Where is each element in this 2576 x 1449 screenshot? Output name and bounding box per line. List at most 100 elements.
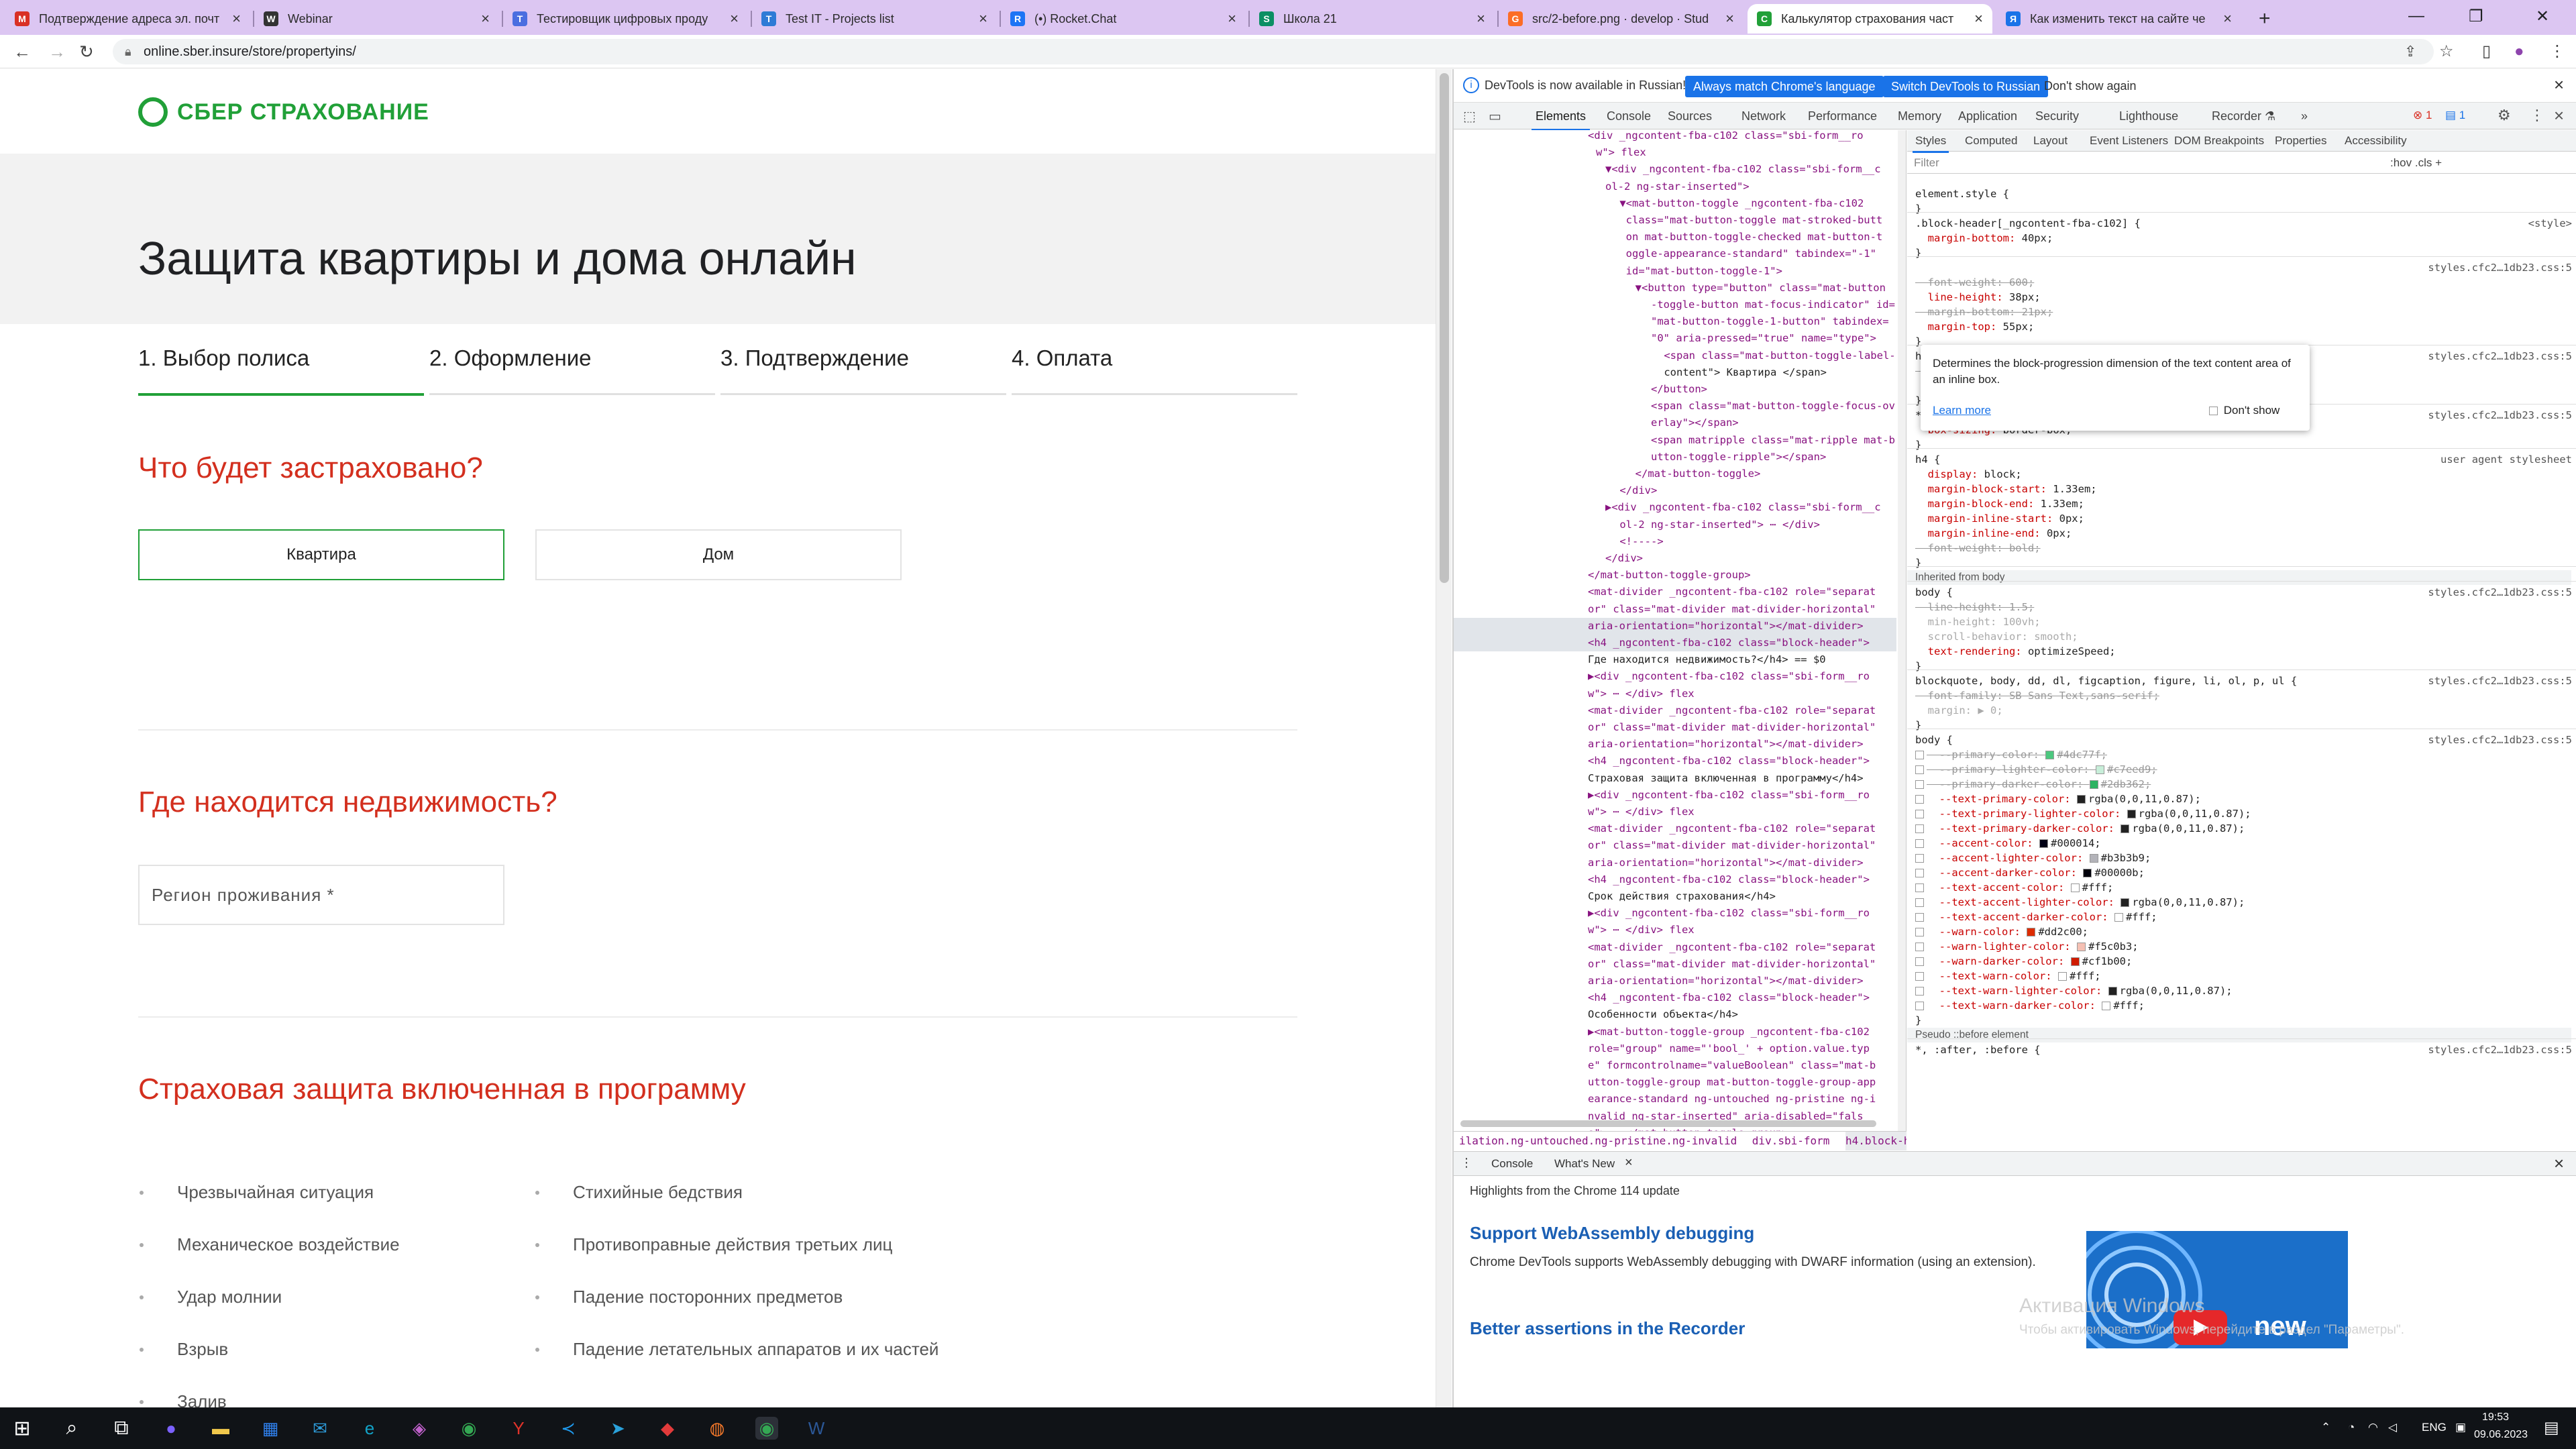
settings-gear-icon[interactable]: ⚙	[2498, 107, 2511, 124]
dom-node-line[interactable]: utton-toggle-group mat-button-toggle-gro…	[1454, 1074, 1876, 1091]
color-swatch[interactable]	[2039, 839, 2048, 848]
devtools-tab-lighthouse[interactable]: Lighthouse	[2119, 109, 2178, 123]
breadcrumb-item[interactable]: h4.block-header	[1845, 1132, 1907, 1150]
css-source-link[interactable]: styles.cfc2…1db23.css:5	[2428, 408, 2572, 423]
yandex-icon[interactable]: Y	[507, 1417, 530, 1440]
step-4[interactable]: 4. Оплата	[1012, 345, 1112, 371]
property-checkbox[interactable]	[1915, 765, 1924, 774]
browser-tab[interactable]: T Test IT - Projects list ×	[752, 4, 997, 34]
dom-node-line[interactable]: <div _ngcontent-fba-c102 class="sbi-form…	[1454, 130, 1864, 144]
color-swatch[interactable]	[2070, 957, 2080, 966]
dom-node-line[interactable]: oggle-appearance-standard" tabindex="-1"	[1454, 246, 1876, 262]
css-line[interactable]: --text-primary-color: rgba(0,0,11,0.87);	[1915, 792, 2201, 806]
color-swatch[interactable]	[2045, 751, 2055, 759]
dom-node-line[interactable]: or" class="mat-divider mat-divider-horiz…	[1454, 719, 1876, 736]
restore-icon[interactable]: ❐	[2469, 7, 2483, 26]
tab-close-icon[interactable]: ×	[232, 10, 241, 28]
devtools-tab-sources[interactable]: Sources	[1668, 109, 1712, 123]
css-line[interactable]: --text-accent-color: #fff;	[1915, 880, 2113, 895]
property-checkbox[interactable]	[1915, 943, 1924, 951]
css-line[interactable]: *, :after, :before {	[1915, 1042, 2041, 1057]
drawer-tab-whats-new[interactable]: What's New	[1554, 1157, 1615, 1171]
css-line[interactable]: --text-primary-darker-color: rgba(0,0,11…	[1915, 821, 2245, 836]
clock-date[interactable]: 09.06.2023	[2474, 1429, 2528, 1441]
styles-subtab-properties[interactable]: Properties	[2275, 134, 2326, 148]
drawer-tab-console[interactable]: Console	[1491, 1157, 1533, 1171]
dom-node-line[interactable]: aria-orientation="horizontal"></mat-divi…	[1454, 617, 1896, 635]
css-line[interactable]: Inherited from body	[1907, 570, 2571, 585]
keyboard-language[interactable]: ENG	[2422, 1421, 2447, 1434]
dom-node-line[interactable]: </div>	[1454, 550, 1643, 567]
css-line[interactable]: margin-bottom: 21px;	[1915, 305, 2053, 319]
dom-node-line[interactable]: ▼<mat-button-toggle _ngcontent-fba-c102	[1454, 195, 1864, 212]
devtools-tab-recorder[interactable]: Recorder ⚗	[2212, 109, 2275, 123]
css-line[interactable]: margin-bottom: 40px;	[1915, 231, 2053, 246]
css-source-link[interactable]: styles.cfc2…1db23.css:5	[2428, 585, 2572, 600]
style-tools[interactable]: :hov .cls +	[2390, 156, 2442, 170]
devtools-tab-application[interactable]: Application	[1958, 109, 2017, 123]
dom-node-line[interactable]: <mat-divider _ngcontent-fba-c102 role="s…	[1454, 702, 1876, 719]
forward-icon[interactable]: →	[48, 42, 66, 62]
tray-network-icon[interactable]: ◔	[2348, 1421, 2355, 1434]
css-line[interactable]: --text-primary-lighter-color: rgba(0,0,1…	[1915, 806, 2251, 821]
css-line[interactable]: margin-block-end: 1.33em;	[1915, 496, 2084, 511]
task-view-icon[interactable]: ⧉	[110, 1417, 133, 1440]
css-source-link[interactable]: <style>	[2528, 216, 2572, 231]
color-swatch[interactable]	[2102, 1002, 2111, 1010]
dont-show-again-link[interactable]: Don't show again	[2044, 79, 2137, 93]
dom-node-line[interactable]: <mat-divider _ngcontent-fba-c102 role="s…	[1454, 939, 1876, 956]
property-checkbox[interactable]	[1915, 928, 1924, 936]
dom-node-line[interactable]: <span class="mat-button-toggle-label-	[1454, 347, 1895, 364]
store-icon[interactable]: ▦	[259, 1417, 282, 1440]
switch-russian-button[interactable]: Switch DevTools to Russian	[1883, 76, 2049, 97]
property-checkbox[interactable]	[1915, 957, 1924, 966]
css-line[interactable]: --primary-darker-color: #2db362;	[1915, 777, 2151, 792]
checkbox-icon[interactable]	[2209, 407, 2218, 415]
css-line[interactable]: --text-warn-darker-color: #fff;	[1915, 998, 2145, 1013]
tab-close-icon[interactable]: ×	[1974, 10, 1983, 28]
mail-icon[interactable]: ✉	[309, 1417, 331, 1440]
css-line[interactable]: --text-accent-darker-color: #fff;	[1915, 910, 2157, 924]
device-toolbar-icon[interactable]: ▭	[1489, 108, 1501, 125]
styles-subtab-layout[interactable]: Layout	[2033, 134, 2068, 148]
browser-tab[interactable]: W Webinar ×	[254, 4, 499, 34]
browser-tab[interactable]: Gsrc/2-before.png · develop · Stud ×	[1499, 4, 1743, 34]
anydesk-icon[interactable]: ◆	[656, 1417, 679, 1440]
browser-tab[interactable]: S Школа 21 ×	[1250, 4, 1495, 34]
dom-node-line[interactable]: e" formcontrolname="valueBoolean" class=…	[1454, 1057, 1876, 1074]
color-swatch[interactable]	[2057, 972, 2067, 981]
dom-node-line[interactable]: <span class="mat-button-toggle-focus-ov	[1454, 398, 1895, 415]
property-checkbox[interactable]	[1915, 913, 1924, 922]
browser-tab[interactable]: R (•) Rocket.Chat ×	[1001, 4, 1246, 34]
css-source-link[interactable]: styles.cfc2…1db23.css:5	[2428, 349, 2572, 364]
property-checkbox[interactable]	[1915, 898, 1924, 907]
css-line[interactable]: --text-warn-lighter-color: rgba(0,0,11,0…	[1915, 983, 2233, 998]
tray-volume-icon[interactable]: ◁	[2388, 1421, 2397, 1434]
dom-node-line[interactable]: Где находится недвижимость?</h4> == $0	[1454, 651, 1826, 668]
color-swatch[interactable]	[2127, 810, 2136, 818]
property-checkbox[interactable]	[1915, 987, 1924, 996]
dom-node-line[interactable]: <h4 _ngcontent-fba-c102 class="block-hea…	[1454, 635, 1896, 652]
styles-subtab-accessibility[interactable]: Accessibility	[2345, 134, 2407, 148]
property-checkbox[interactable]	[1915, 780, 1924, 789]
devtools-tab-console[interactable]: Console	[1607, 109, 1651, 123]
tab-close-icon[interactable]: ×	[1228, 10, 1236, 28]
dom-node-line[interactable]: role="group" name="'bool_' + option.valu…	[1454, 1040, 1870, 1057]
dom-node-line[interactable]: ol-2 ng-star-inserted"> ⋯ </div>	[1454, 517, 1820, 533]
property-checkbox[interactable]	[1915, 869, 1924, 877]
whats-new-heading-2[interactable]: Better assertions in the Recorder	[1470, 1318, 1745, 1339]
drawer-menu-icon[interactable]: ⋮	[1460, 1156, 1472, 1170]
color-swatch[interactable]	[2089, 780, 2098, 789]
chrome-icon[interactable]: ◉	[458, 1417, 480, 1440]
css-line[interactable]: --accent-color: #000014;	[1915, 836, 2101, 851]
page-scrollbar[interactable]	[1436, 69, 1452, 1407]
page-scrollbar-thumb[interactable]	[1440, 73, 1449, 583]
breadcrumb-item[interactable]: div.sbi-form	[1752, 1132, 1830, 1150]
reload-icon[interactable]: ↻	[79, 42, 94, 62]
dom-node-line[interactable]: or" class="mat-divider mat-divider-horiz…	[1454, 601, 1876, 618]
bookmark-star-icon[interactable]: ☆	[2439, 42, 2454, 62]
dom-node-line[interactable]: <h4 _ngcontent-fba-c102 class="block-hea…	[1454, 753, 1870, 769]
dom-scrollbar[interactable]	[1898, 130, 1906, 1131]
color-swatch[interactable]	[2076, 943, 2086, 951]
dom-node-line[interactable]: aria-orientation="horizontal"></mat-divi…	[1454, 855, 1864, 871]
